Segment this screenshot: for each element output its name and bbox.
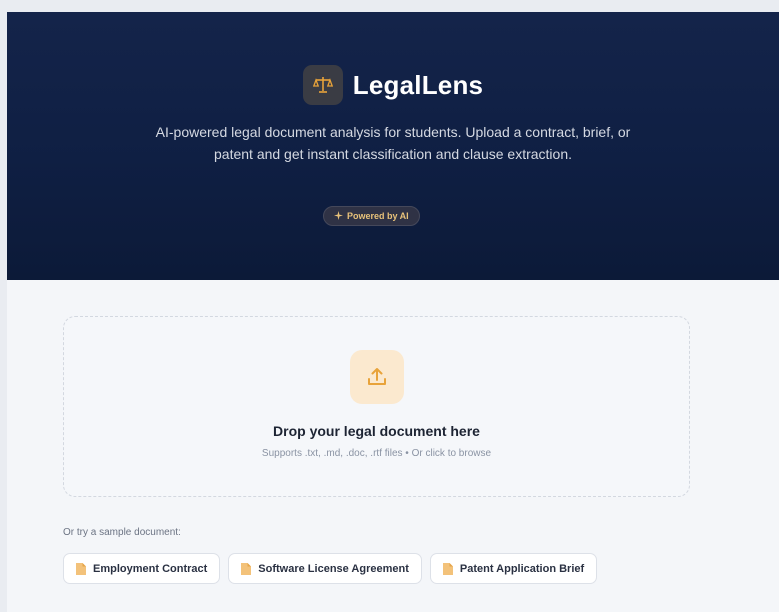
sample-employment-contract-button[interactable]: Employment Contract: [63, 553, 221, 584]
sample-patent-brief-button[interactable]: Patent Application Brief: [429, 553, 598, 584]
app-frame: LegalLens AI-powered legal document anal…: [7, 12, 779, 612]
app-tagline: AI-powered legal document analysis for s…: [155, 124, 631, 162]
powered-by-badge: Powered by AI: [323, 206, 420, 226]
document-icon: [442, 562, 453, 575]
sample-button-label: Patent Application Brief: [459, 562, 585, 575]
dropzone-subtitle: Supports .txt, .md, .doc, .rtf files • O…: [261, 448, 492, 459]
sample-button-label: Employment Contract: [93, 562, 208, 575]
scales-icon: [302, 65, 343, 105]
sample-button-label: Software License Agreement: [258, 562, 409, 575]
badge-label: Powered by AI: [347, 211, 409, 221]
document-icon: [76, 562, 86, 575]
sample-label: Or try a sample document:: [63, 527, 181, 538]
document-icon: [241, 562, 252, 575]
hero-header: LegalLens AI-powered legal document anal…: [7, 12, 779, 280]
upload-dropzone[interactable]: Drop your legal document here Supports .…: [63, 316, 690, 497]
sample-list: Employment Contract Software License Agr…: [63, 553, 598, 584]
sample-software-license-button[interactable]: Software License Agreement: [228, 553, 422, 584]
sparkle-icon: [334, 210, 343, 222]
brand: LegalLens: [7, 65, 779, 105]
app-title: LegalLens: [352, 69, 484, 100]
dropzone-title: Drop your legal document here: [273, 423, 480, 439]
upload-icon: [350, 350, 404, 404]
